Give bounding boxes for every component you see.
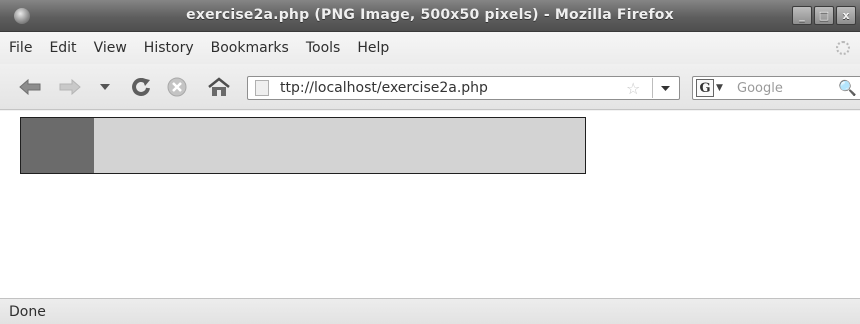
reload-button[interactable]: [130, 76, 152, 98]
chevron-down-icon: [660, 85, 670, 91]
home-button[interactable]: [207, 76, 231, 98]
forward-arrow-icon: [59, 79, 81, 95]
page-content: [0, 111, 860, 298]
search-engine-icon: G: [696, 79, 714, 97]
stop-button[interactable]: [166, 76, 188, 98]
back-button[interactable]: [18, 76, 42, 98]
menu-history[interactable]: History: [144, 40, 194, 56]
chevron-down-icon: ▼: [716, 83, 723, 93]
chevron-down-icon: [100, 84, 110, 90]
url-text[interactable]: ttp://localhost/exercise2a.php: [280, 80, 488, 96]
navigation-toolbar: ttp://localhost/exercise2a.php ☆ G ▼ Goo…: [0, 64, 860, 110]
search-input[interactable]: Google: [737, 81, 783, 96]
reload-icon: [132, 78, 150, 96]
url-dropdown-button[interactable]: [652, 78, 677, 98]
maximize-button[interactable]: □: [814, 6, 834, 25]
menu-tools[interactable]: Tools: [306, 40, 341, 56]
url-bar[interactable]: ttp://localhost/exercise2a.php ☆: [247, 76, 680, 100]
window-controls: _ □ x: [792, 6, 856, 25]
search-engine-selector[interactable]: G ▼: [696, 79, 728, 97]
menu-bookmarks[interactable]: Bookmarks: [211, 40, 289, 56]
menu-help[interactable]: Help: [357, 40, 389, 56]
title-bar: exercise2a.php (PNG Image, 500x50 pixels…: [0, 0, 860, 32]
minimize-button[interactable]: _: [792, 6, 812, 25]
throbber-icon: [836, 41, 850, 55]
menu-file[interactable]: File: [9, 40, 32, 56]
site-identity-icon[interactable]: [255, 80, 269, 96]
home-icon: [208, 77, 230, 96]
bookmark-star-icon[interactable]: ☆: [626, 79, 640, 98]
stop-icon: [167, 77, 187, 97]
status-bar: Done: [0, 298, 860, 324]
history-dropdown-button[interactable]: [98, 76, 112, 98]
menu-bar: File Edit View History Bookmarks Tools H…: [0, 32, 860, 64]
image-fill-bar: [21, 118, 95, 173]
window-title: exercise2a.php (PNG Image, 500x50 pixels…: [186, 7, 674, 23]
search-icon[interactable]: 🔍: [838, 79, 857, 97]
forward-button[interactable]: [58, 76, 82, 98]
back-arrow-icon: [19, 79, 41, 95]
status-text: Done: [9, 304, 46, 320]
menu-edit[interactable]: Edit: [49, 40, 76, 56]
close-button[interactable]: x: [836, 6, 856, 25]
png-image: [20, 117, 586, 174]
menu-view[interactable]: View: [94, 40, 127, 56]
browser-window: exercise2a.php (PNG Image, 500x50 pixels…: [0, 0, 860, 324]
search-bar[interactable]: G ▼ Google 🔍: [692, 76, 860, 100]
